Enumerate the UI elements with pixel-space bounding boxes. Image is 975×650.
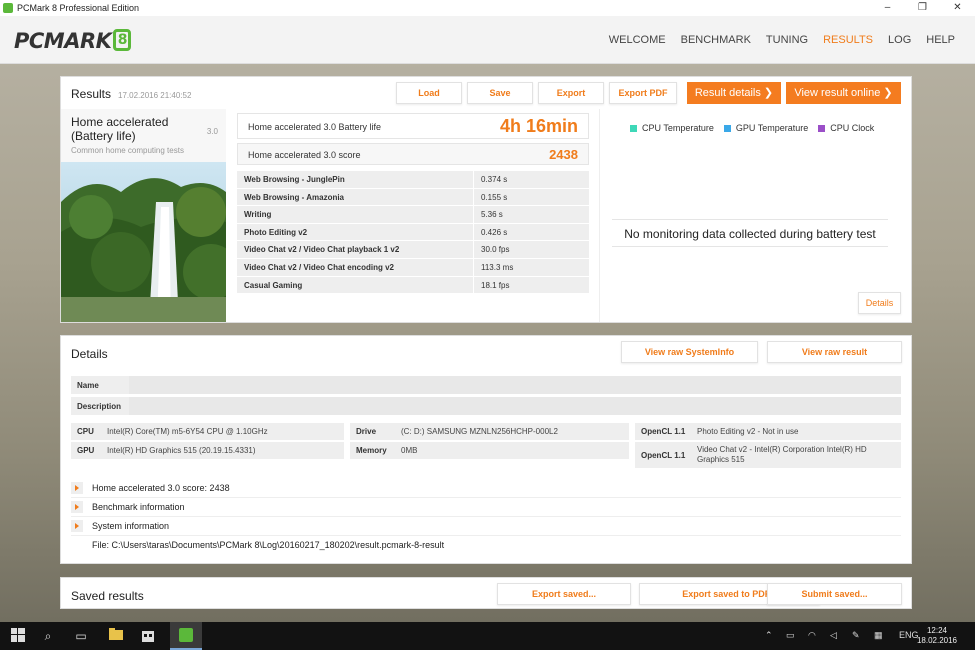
expand-arrow-icon[interactable] xyxy=(71,482,83,494)
window-title: PCMark 8 Professional Edition xyxy=(17,3,140,13)
no-monitoring-message: No monitoring data collected during batt… xyxy=(612,219,888,247)
score-label: Home accelerated 3.0 score xyxy=(248,150,361,160)
file-explorer-icon[interactable] xyxy=(108,628,124,644)
battery-life-row: Home accelerated 3.0 Battery life 4h 16m… xyxy=(237,113,589,139)
view-result-online-button[interactable]: View result online ❯ xyxy=(786,82,901,104)
legend-cpu-temp[interactable]: CPU Temperature xyxy=(630,123,714,133)
details-button[interactable]: Details xyxy=(858,292,901,314)
close-button[interactable]: ✕ xyxy=(940,0,975,16)
nav-welcome[interactable]: WELCOME xyxy=(609,34,666,46)
result-details-button[interactable]: Result details ❯ xyxy=(687,82,781,104)
results-header: Results 17.02.2016 21:40:52 Load Save Ex… xyxy=(61,77,911,109)
export-saved-button[interactable]: Export saved... xyxy=(497,583,631,605)
saved-results-title: Saved results xyxy=(71,589,144,603)
expand-arrow-icon[interactable] xyxy=(71,501,83,513)
score-value: 2438 xyxy=(549,147,578,162)
app-header: PCMARK 8 WELCOME BENCHMARK TUNING RESULTS… xyxy=(0,16,975,64)
opencl-row-1: OpenCL 1.1 Photo Editing v2 - Not in use xyxy=(635,423,901,440)
description-row: Description xyxy=(71,397,901,415)
window-titlebar: PCMark 8 Professional Edition – ❐ ✕ xyxy=(0,0,975,16)
table-row: Video Chat v2 / Video Chat encoding v2 11… xyxy=(237,258,589,277)
save-button[interactable]: Save xyxy=(467,82,533,104)
volume-icon[interactable]: ◁ xyxy=(830,630,837,641)
pcmark-app-icon xyxy=(3,3,13,13)
score-area: Home accelerated 3.0 Battery life 4h 16m… xyxy=(234,109,594,322)
table-row: Photo Editing v2 0.426 s xyxy=(237,223,589,242)
benchmark-waterfall-image xyxy=(61,162,226,322)
benchmark-name: Home accelerated (Battery life) xyxy=(71,115,169,143)
expander-system-info[interactable]: System information xyxy=(71,517,901,536)
search-icon[interactable]: ⌕ xyxy=(40,628,56,644)
pcmark-app-icon xyxy=(179,628,193,642)
pen-icon[interactable]: ✎ xyxy=(852,630,860,641)
maximize-button[interactable]: ❐ xyxy=(905,0,940,16)
tablet-icon[interactable]: ▭ xyxy=(786,630,795,641)
gpu-row: GPU Intel(R) HD Graphics 515 (20.19.15.43… xyxy=(71,442,344,459)
table-row: Writing 5.36 s xyxy=(237,206,589,224)
results-panel: Results 17.02.2016 21:40:52 Load Save Ex… xyxy=(60,76,912,323)
details-title: Details xyxy=(71,347,108,361)
windows-taskbar: ⌕ ▭ ⌃ ▭ ◠ ◁ ✎ ▦ ENG 12:24 18.02.2016 xyxy=(0,622,975,650)
table-row: Web Browsing - Amazonia 0.155 s xyxy=(237,188,589,207)
drive-row: Drive (C: D:) SAMSUNG MZNLN256HCHP-000L2 xyxy=(350,423,629,440)
score-row: Home accelerated 3.0 score 2438 xyxy=(237,143,589,165)
results-timestamp: 17.02.2016 21:40:52 xyxy=(118,91,192,100)
table-row: Video Chat v2 / Video Chat playback 1 v2… xyxy=(237,241,589,259)
pcmark-taskbar-button[interactable] xyxy=(170,622,202,650)
task-view-icon[interactable]: ▭ xyxy=(73,628,89,644)
saved-results-panel: Saved results Export saved... Export sav… xyxy=(60,577,912,609)
cpu-row: CPU Intel(R) Core(TM) m5-6Y54 CPU @ 1.10G… xyxy=(71,423,344,440)
benchmark-info: Home accelerated (Battery life) 3.0 Comm… xyxy=(61,109,226,322)
legend-gpu-temp[interactable]: GPU Temperature xyxy=(723,123,808,133)
windows-start-icon[interactable] xyxy=(10,628,26,644)
monitoring-legend: CPU Temperature GPU Temperature CPU Cloc… xyxy=(630,123,874,133)
load-button[interactable]: Load xyxy=(396,82,462,104)
benchmark-subtitle: Common home computing tests xyxy=(71,146,184,155)
show-hidden-icons[interactable]: ⌃ xyxy=(765,630,773,641)
legend-cpu-clock[interactable]: CPU Clock xyxy=(818,123,874,133)
result-file-path: File: C:\Users\taras\Documents\PCMark 8\… xyxy=(92,540,445,550)
details-panel: Details View raw SystemInfo View raw res… xyxy=(60,335,912,564)
store-icon[interactable] xyxy=(140,628,156,644)
opencl-row-2: OpenCL 1.1 Video Chat v2 - Intel(R) Corpo… xyxy=(635,442,901,468)
expander-score[interactable]: Home accelerated 3.0 score: 2438 xyxy=(71,479,901,498)
name-row: Name xyxy=(71,376,901,394)
name-label: Name xyxy=(77,381,99,390)
description-label: Description xyxy=(77,402,122,411)
pcmark-logo: PCMARK 8 xyxy=(14,29,132,53)
legend-swatch xyxy=(818,124,826,132)
view-raw-result-button[interactable]: View raw result xyxy=(767,341,902,363)
main-nav: WELCOME BENCHMARK TUNING RESULTS LOG HEL… xyxy=(609,34,955,46)
table-row: Web Browsing - JunglePin 0.374 s xyxy=(237,171,589,189)
nav-tuning[interactable]: TUNING xyxy=(766,34,808,46)
legend-swatch xyxy=(630,124,637,132)
legend-swatch xyxy=(723,124,731,132)
keyboard-icon[interactable]: ▦ xyxy=(874,630,883,641)
language-indicator[interactable]: ENG xyxy=(899,630,919,640)
expand-arrow-icon[interactable] xyxy=(71,520,83,532)
battery-life-label: Home accelerated 3.0 Battery life xyxy=(248,122,382,132)
benchmark-version: 3.0 xyxy=(206,127,218,136)
nav-results[interactable]: RESULTS xyxy=(823,34,873,46)
view-raw-systeminfo-button[interactable]: View raw SystemInfo xyxy=(621,341,758,363)
system-clock[interactable]: 12:24 18.02.2016 xyxy=(917,626,957,646)
memory-row: Memory 0MB xyxy=(350,442,629,459)
description-field[interactable] xyxy=(129,397,901,415)
monitoring-area: CPU Temperature GPU Temperature CPU Cloc… xyxy=(599,109,911,322)
submit-saved-button[interactable]: Submit saved... xyxy=(767,583,902,605)
nav-help[interactable]: HELP xyxy=(926,34,955,46)
nav-log[interactable]: LOG xyxy=(888,34,911,46)
name-field[interactable] xyxy=(129,376,901,394)
export-button[interactable]: Export xyxy=(538,82,604,104)
battery-life-value: 4h 16min xyxy=(499,116,578,136)
table-row: Casual Gaming 18.1 fps xyxy=(237,276,589,295)
expander-benchmark-info[interactable]: Benchmark information xyxy=(71,498,901,517)
nav-benchmark[interactable]: BENCHMARK xyxy=(681,34,751,46)
export-pdf-button[interactable]: Export PDF xyxy=(609,82,677,104)
minimize-button[interactable]: – xyxy=(870,0,905,16)
subtest-table: Web Browsing - JunglePin 0.374 s Web Brow… xyxy=(237,171,589,295)
wifi-icon[interactable]: ◠ xyxy=(808,630,816,641)
results-title: Results xyxy=(71,87,112,101)
